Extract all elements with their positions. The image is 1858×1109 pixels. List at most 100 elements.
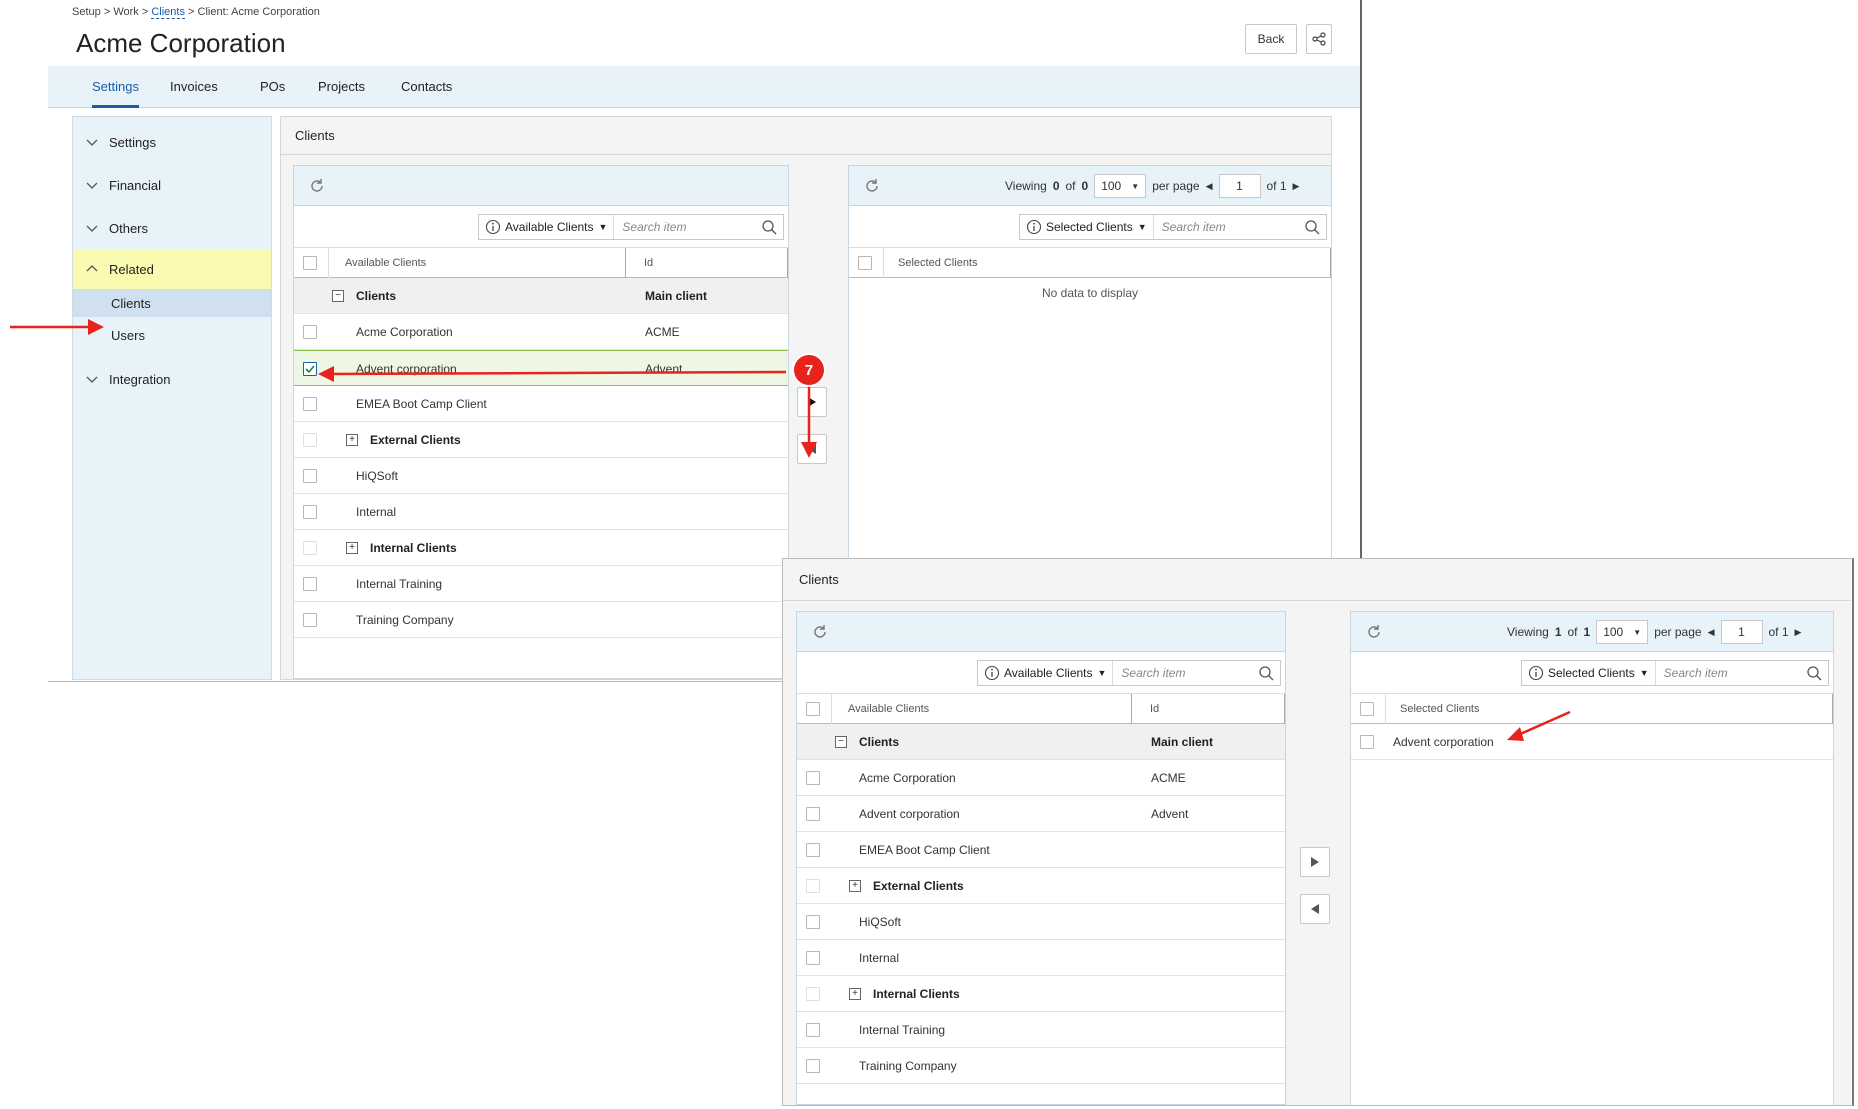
row-checkbox[interactable]	[303, 505, 317, 519]
group-row[interactable]: + External Clients	[294, 422, 788, 458]
tab-pos[interactable]: POs	[260, 66, 285, 108]
row-checkbox[interactable]	[806, 771, 820, 785]
collapse-icon[interactable]: −	[332, 290, 344, 302]
column-id[interactable]: Id	[1131, 694, 1285, 724]
sidebar-subitem-clients[interactable]: Clients	[73, 289, 271, 317]
list-item[interactable]: Advent corporation Advent	[294, 350, 788, 386]
search-icon[interactable]	[761, 219, 777, 235]
available-search-input[interactable]: Search item	[614, 220, 761, 234]
row-checkbox[interactable]	[303, 397, 317, 411]
list-item[interactable]: Internal Training	[797, 1012, 1285, 1048]
breadcrumb-clients-link[interactable]: Clients	[151, 6, 185, 19]
list-item[interactable]: HiQSoft	[797, 904, 1285, 940]
row-checkbox[interactable]	[303, 541, 317, 555]
row-checkbox[interactable]	[806, 1023, 820, 1037]
row-checkbox[interactable]	[806, 843, 820, 857]
row-checkbox[interactable]	[806, 807, 820, 821]
tab-projects[interactable]: Projects	[318, 66, 365, 108]
search-icon[interactable]	[1304, 219, 1320, 235]
selected-filter-dropdown[interactable]: Selected Clients ▼	[1020, 215, 1154, 239]
column-name[interactable]: Available Clients	[831, 694, 1131, 724]
group-row[interactable]: + Internal Clients	[797, 976, 1285, 1012]
back-button[interactable]: Back	[1245, 24, 1297, 54]
list-item[interactable]: Advent corporation Advent	[797, 796, 1285, 832]
row-checkbox[interactable]	[806, 1059, 820, 1073]
refresh-icon[interactable]	[308, 177, 326, 195]
available-search-input[interactable]: Search item	[1113, 666, 1258, 680]
sidebar-item-financial[interactable]: Financial	[73, 168, 271, 202]
group-row[interactable]: + Internal Clients	[294, 530, 788, 566]
row-checkbox[interactable]	[303, 325, 317, 339]
search-icon[interactable]	[1258, 665, 1274, 681]
breadcrumb-work[interactable]: Work	[113, 6, 138, 18]
per-page-select[interactable]: 100 ▼	[1596, 620, 1649, 644]
breadcrumb-separator: >	[103, 6, 111, 18]
row-checkbox[interactable]	[806, 951, 820, 965]
next-page-icon[interactable]: ▶	[1293, 181, 1300, 192]
column-name[interactable]: Selected Clients	[1385, 694, 1833, 724]
move-left-button[interactable]	[1300, 894, 1330, 924]
list-item[interactable]: EMEA Boot Camp Client	[294, 386, 788, 422]
row-checkbox[interactable]	[303, 362, 317, 376]
list-item[interactable]: Acme Corporation ACME	[797, 760, 1285, 796]
select-all-checkbox[interactable]	[806, 702, 820, 716]
column-name[interactable]: Available Clients	[328, 248, 625, 278]
expand-icon[interactable]: +	[849, 880, 861, 892]
list-item[interactable]: Internal	[294, 494, 788, 530]
column-id[interactable]: Id	[625, 248, 788, 278]
sidebar-item-others[interactable]: Others	[73, 211, 271, 245]
available-filter-dropdown[interactable]: Available Clients ▼	[978, 661, 1114, 685]
select-all-checkbox[interactable]	[303, 256, 317, 270]
select-all-checkbox[interactable]	[858, 256, 872, 270]
prev-page-icon[interactable]: ◀	[1206, 181, 1213, 192]
row-checkbox[interactable]	[806, 915, 820, 929]
refresh-icon[interactable]	[811, 623, 829, 641]
breadcrumb-setup[interactable]: Setup	[72, 6, 101, 18]
search-icon[interactable]	[1806, 665, 1822, 681]
column-name[interactable]: Selected Clients	[883, 248, 1331, 278]
expand-icon[interactable]: +	[346, 434, 358, 446]
tab-settings[interactable]: Settings	[92, 66, 139, 108]
list-item[interactable]: Internal	[797, 940, 1285, 976]
move-left-button[interactable]	[797, 434, 827, 464]
sidebar-item-related[interactable]: Related	[73, 249, 271, 289]
tab-invoices[interactable]: Invoices	[170, 66, 218, 108]
row-checkbox[interactable]	[303, 577, 317, 591]
selected-search-input[interactable]: Search item	[1656, 666, 1806, 680]
prev-page-icon[interactable]: ◀	[1708, 627, 1715, 638]
sidebar-item-settings[interactable]: Settings	[73, 125, 271, 159]
row-checkbox[interactable]	[806, 987, 820, 1001]
move-right-button[interactable]	[797, 387, 827, 417]
select-all-checkbox[interactable]	[1360, 702, 1374, 716]
row-checkbox[interactable]	[303, 433, 317, 447]
list-item[interactable]: Internal Training	[294, 566, 788, 602]
move-right-button[interactable]	[1300, 847, 1330, 877]
row-checkbox[interactable]	[303, 469, 317, 483]
list-item[interactable]: Training Company	[797, 1048, 1285, 1084]
row-checkbox[interactable]	[1360, 735, 1374, 749]
sidebar-item-integration[interactable]: Integration	[73, 362, 271, 396]
available-filter-dropdown[interactable]: Available Clients ▼	[479, 215, 615, 239]
page-input[interactable]: 1	[1218, 174, 1261, 198]
collapse-icon[interactable]: −	[835, 736, 847, 748]
tab-contacts[interactable]: Contacts	[401, 66, 452, 108]
selected-row[interactable]: Advent corporation	[1351, 724, 1833, 760]
selected-filter-dropdown[interactable]: Selected Clients ▼	[1522, 661, 1656, 685]
list-item[interactable]: Training Company	[294, 602, 788, 638]
group-row[interactable]: + External Clients	[797, 868, 1285, 904]
share-button[interactable]	[1306, 24, 1332, 54]
row-checkbox[interactable]	[303, 613, 317, 627]
expand-icon[interactable]: +	[849, 988, 861, 1000]
refresh-icon[interactable]	[1365, 623, 1383, 641]
sidebar-subitem-users[interactable]: Users	[73, 321, 271, 349]
expand-icon[interactable]: +	[346, 542, 358, 554]
row-checkbox[interactable]	[806, 879, 820, 893]
list-item[interactable]: HiQSoft	[294, 458, 788, 494]
list-item[interactable]: EMEA Boot Camp Client	[797, 832, 1285, 868]
list-item[interactable]: Acme Corporation ACME	[294, 314, 788, 350]
next-page-icon[interactable]: ▶	[1795, 627, 1802, 638]
per-page-select[interactable]: 100 ▼	[1094, 174, 1147, 198]
refresh-icon[interactable]	[863, 177, 881, 195]
selected-search-input[interactable]: Search item	[1154, 220, 1304, 234]
page-input[interactable]: 1	[1720, 620, 1763, 644]
